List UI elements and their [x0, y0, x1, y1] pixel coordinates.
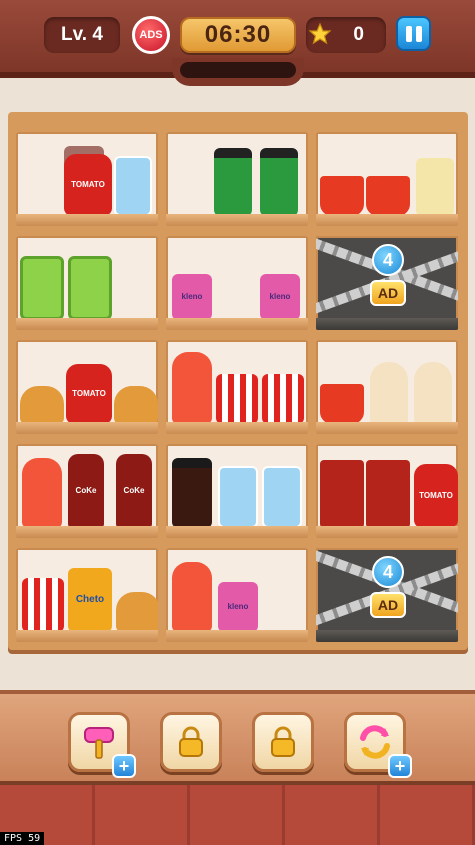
shelf-cell[interactable]: [316, 340, 458, 434]
fps-counter: FPS 59: [0, 832, 45, 845]
locked-shelf-cell[interactable]: 4 AD: [316, 236, 458, 330]
fried-chicken-bucket-icon: [320, 384, 364, 424]
remove-ads-icon[interactable]: ADS: [132, 16, 170, 54]
cup-icon: [214, 148, 252, 216]
fps-value: 59: [28, 833, 41, 844]
unlock-count: 4: [382, 561, 393, 582]
shelf-cell[interactable]: [166, 132, 308, 226]
shuffle-booster-button[interactable]: +: [344, 712, 412, 778]
kleno-label: kleno: [269, 292, 291, 301]
chips-label: Cheto: [75, 594, 105, 605]
shelf-grid: TOMATO kleno kleno 4 AD TOMATO CoKe CoKe…: [8, 112, 468, 650]
gift-box-icon: [68, 256, 112, 320]
star-count: 0: [353, 24, 364, 45]
kleno-box-icon: kleno: [218, 582, 258, 632]
locked-booster-slot[interactable]: [252, 712, 314, 772]
ketchup-bottle-icon: TOMATO: [64, 154, 112, 216]
popcorn-icon: [216, 374, 258, 424]
pause-bar-icon: [415, 25, 422, 42]
fried-chicken-bucket-icon: [366, 176, 410, 216]
ads-label: ADS: [139, 29, 163, 41]
hammer-booster-button[interactable]: +: [68, 712, 136, 778]
shelf-cell[interactable]: [166, 444, 308, 538]
chocolate-bar-icon: [320, 460, 364, 528]
level-label: Lv. 4: [61, 24, 103, 45]
shelf-cell[interactable]: [16, 236, 158, 330]
ad-label: AD: [377, 285, 399, 301]
shelf-cell[interactable]: TOMATO: [16, 132, 158, 226]
ketchup-bottle-icon: TOMATO: [414, 464, 458, 528]
coffee-cup-icon: [172, 458, 212, 528]
cola-bottle-icon: CoKe: [68, 454, 104, 528]
star-icon: [308, 22, 332, 45]
locked-shelf-cell[interactable]: 4 AD: [316, 548, 458, 642]
candle-icon: [416, 158, 454, 216]
ice-cream-cone-icon: [414, 362, 452, 424]
progress-bar: [180, 62, 296, 78]
shelf-cell[interactable]: TOMATO: [16, 340, 158, 434]
shelf-cell[interactable]: Cheto: [16, 548, 158, 642]
kleno-box-icon: kleno: [260, 274, 300, 320]
pause-button[interactable]: [396, 16, 431, 51]
ice-cream-cone-icon: [370, 362, 408, 424]
shelf-cell[interactable]: kleno kleno: [166, 236, 308, 330]
ketchup-label: TOMATO: [72, 389, 106, 398]
unlock-count-badge: 4: [372, 556, 404, 588]
booster-tray: + +: [0, 690, 475, 785]
watch-ad-button[interactable]: AD: [370, 592, 406, 618]
unlock-count: 4: [382, 249, 393, 270]
kleno-label: kleno: [227, 602, 249, 611]
ad-label: AD: [377, 597, 399, 613]
level-indicator: Lv. 4: [44, 17, 120, 53]
kleno-box-icon: kleno: [172, 274, 212, 320]
popsicle-icon: [22, 458, 62, 528]
popcorn-icon: [22, 578, 64, 632]
add-shuffle-button[interactable]: +: [388, 754, 412, 778]
shelf-cell[interactable]: TOMATO: [316, 444, 458, 538]
gift-box-icon: [20, 256, 64, 320]
ketchup-bottle-icon: TOMATO: [66, 364, 112, 424]
gift-box-icon: [218, 466, 258, 528]
add-hammer-button[interactable]: +: [112, 754, 136, 778]
kleno-label: kleno: [181, 292, 203, 301]
chocolate-bar-icon: [366, 460, 410, 528]
gift-box-icon: [262, 466, 302, 528]
shelf-cell[interactable]: CoKe CoKe: [16, 444, 158, 538]
popcorn-icon: [262, 374, 304, 424]
shelf-cell[interactable]: [166, 340, 308, 434]
shelf-cell[interactable]: kleno: [166, 548, 308, 642]
cola-label: CoKe: [75, 486, 97, 495]
lock-icon: [271, 726, 295, 757]
fried-chicken-bucket-icon: [320, 176, 364, 216]
ketchup-label: TOMATO: [419, 491, 453, 500]
popsicle-icon: [172, 562, 212, 632]
gift-box-icon: [114, 156, 152, 216]
pause-bar-icon: [405, 25, 412, 42]
timer: 06:30: [180, 17, 296, 53]
timer-value: 06:30: [204, 21, 272, 48]
ketchup-label: TOMATO: [71, 180, 105, 189]
burger-icon: [114, 386, 158, 424]
locked-booster-slot[interactable]: [160, 712, 222, 772]
burger-icon: [116, 592, 158, 632]
floor: [0, 785, 475, 845]
burger-icon: [20, 386, 64, 424]
chips-bag-icon: Cheto: [68, 568, 112, 632]
fps-label: FPS: [4, 833, 23, 844]
unlock-count-badge: 4: [372, 244, 404, 276]
cola-bottle-icon: CoKe: [116, 454, 152, 528]
cola-label: CoKe: [123, 486, 145, 495]
popsicle-icon: [172, 352, 212, 424]
watch-ad-button[interactable]: AD: [370, 280, 406, 306]
cup-icon: [260, 148, 298, 216]
lock-icon: [179, 726, 203, 757]
shelf-cell[interactable]: [316, 132, 458, 226]
progress-track: [172, 58, 304, 86]
